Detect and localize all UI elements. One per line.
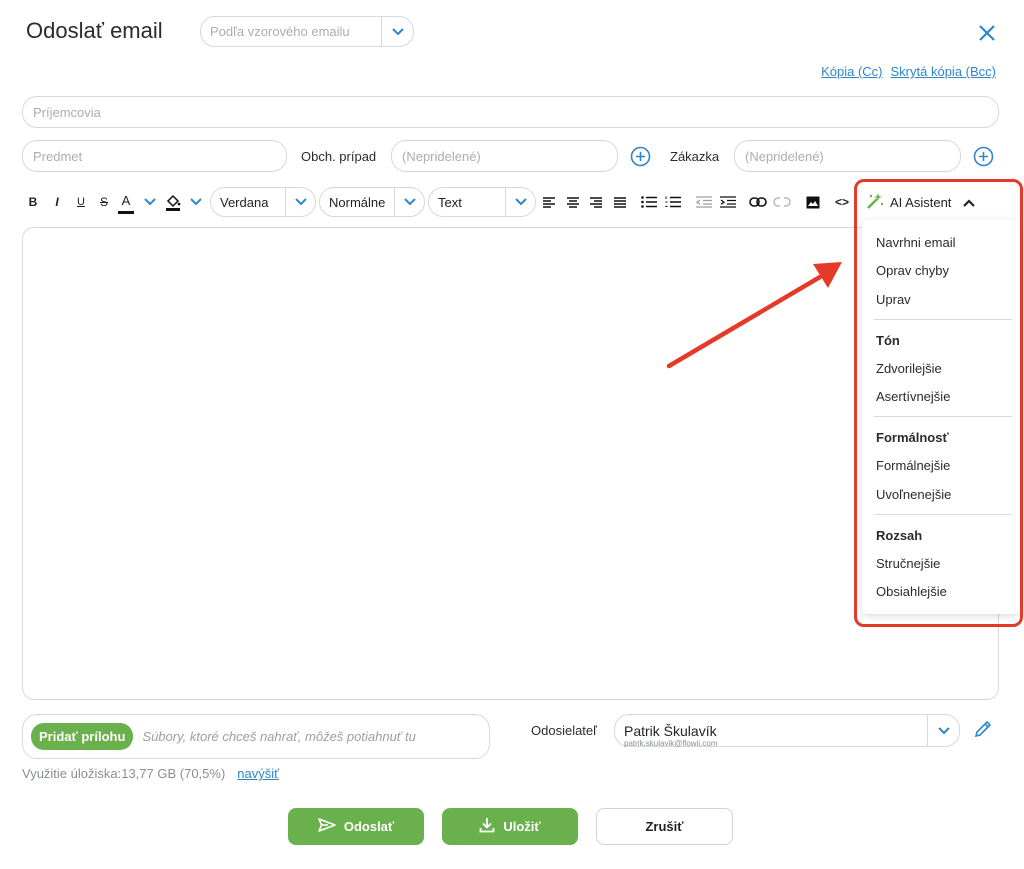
font-family-select[interactable]: Verdana — [210, 187, 316, 217]
source-code-icon[interactable]: <> — [832, 187, 852, 217]
sender-label: Odosielateľ — [531, 723, 597, 738]
ai-assistant-label: AI Asistent — [890, 195, 952, 210]
unlink-icon[interactable] — [772, 187, 792, 217]
cancel-button[interactable]: Zrušiť — [596, 808, 733, 845]
ai-menu-item-longer[interactable]: Obsiahlejšie — [876, 584, 947, 599]
ai-menu-item-suggest-email[interactable]: Navrhni email — [876, 235, 955, 250]
font-family-value: Verdana — [220, 194, 269, 210]
close-icon[interactable] — [976, 22, 998, 44]
chevron-down-icon[interactable] — [285, 188, 315, 216]
chevron-down-icon[interactable] — [381, 17, 413, 46]
align-right-icon[interactable] — [589, 187, 603, 217]
send-label: Odoslať — [343, 819, 395, 834]
sender-select[interactable]: Patrik Škulavík patrik.skulavik@flowii.c… — [614, 714, 960, 748]
ai-assistant-button[interactable]: AI Asistent — [866, 192, 976, 213]
ai-menu-item-more-formal[interactable]: Formálnejšie — [876, 458, 950, 473]
indent-icon[interactable] — [719, 187, 737, 217]
cc-link[interactable]: Kópia (Cc) — [821, 64, 882, 79]
ai-menu-item-fix-errors[interactable]: Oprav chyby — [876, 263, 949, 278]
bcc-link[interactable]: Skrytá kópia (Bcc) — [891, 64, 996, 79]
template-select[interactable]: Podľa vzorového emailu — [200, 16, 414, 47]
chevron-down-icon[interactable] — [394, 188, 424, 216]
ai-menu-divider — [874, 514, 1012, 515]
case-label: Obch. prípad — [301, 149, 377, 164]
download-icon — [479, 817, 495, 836]
sender-email: patrik.skulavik@flowii.com — [624, 739, 718, 748]
ai-menu-item-politer[interactable]: Zdvorilejšie — [876, 361, 942, 376]
editor-toolbar: B I U S A Verdana Normálne Text <> — [22, 187, 852, 217]
storage-usage-text: Využitie úložiska:13,77 GB (70,5%) — [22, 766, 226, 781]
ai-menu-heading-tone: Tón — [876, 333, 900, 348]
save-button[interactable]: Uložiť — [442, 808, 578, 845]
pencil-icon[interactable] — [973, 719, 993, 744]
text-format-value: Text — [438, 194, 462, 210]
send-icon — [318, 818, 336, 835]
ai-menu-item-more-relaxed[interactable]: Uvoľnenejšie — [876, 487, 951, 502]
add-attachment-button[interactable]: Pridať prílohu — [31, 723, 134, 750]
annotation-arrow — [666, 262, 842, 369]
send-button[interactable]: Odoslať — [288, 808, 424, 845]
font-color-button[interactable]: A — [118, 190, 134, 214]
ai-menu-heading-formality: Formálnosť — [876, 430, 949, 445]
text-format-select[interactable]: Text — [428, 187, 536, 217]
ai-menu-divider — [874, 319, 1012, 320]
link-icon[interactable] — [748, 187, 768, 217]
font-size-select[interactable]: Normálne — [319, 187, 425, 217]
chevron-up-icon — [963, 195, 976, 210]
italic-button[interactable]: I — [50, 187, 64, 217]
chevron-down-icon[interactable] — [505, 188, 535, 216]
ai-menu-item-shorter[interactable]: Stručnejšie — [876, 556, 940, 571]
order-label: Zákazka — [670, 149, 720, 164]
outdent-icon[interactable] — [695, 187, 713, 217]
case-input[interactable]: (Nepridelené) — [391, 140, 618, 172]
recipients-input[interactable]: Príjemcovia — [22, 96, 999, 128]
chevron-down-icon[interactable] — [927, 715, 959, 746]
ai-menu-item-assertive[interactable]: Asertívnejšie — [876, 389, 950, 404]
ai-assistant-menu: Navrhni email Oprav chyby Uprav Tón Zdvo… — [862, 220, 1020, 614]
bold-button[interactable]: B — [26, 187, 40, 217]
align-left-icon[interactable] — [542, 187, 556, 217]
increase-storage-link[interactable]: navýšiť — [237, 766, 279, 781]
attachment-hint: Súbory, ktoré chceš nahrať, môžeš potiah… — [142, 729, 416, 744]
template-select-placeholder: Podľa vzorového emailu — [210, 24, 350, 39]
order-input[interactable]: (Nepridelené) — [734, 140, 961, 172]
align-justify-icon[interactable] — [613, 187, 627, 217]
ai-menu-item-edit[interactable]: Uprav — [876, 292, 911, 307]
add-order-icon[interactable] — [973, 146, 994, 172]
ai-menu-heading-scope: Rozsah — [876, 528, 923, 543]
magic-wand-icon — [866, 192, 884, 213]
font-color-chevron-icon[interactable] — [142, 187, 158, 217]
strikethrough-button[interactable]: S — [97, 187, 111, 217]
fill-color-icon[interactable] — [164, 187, 182, 217]
bullet-list-icon[interactable] — [640, 187, 658, 217]
ai-menu-divider — [874, 416, 1012, 417]
subject-input[interactable]: Predmet — [22, 140, 287, 172]
font-size-value: Normálne — [329, 194, 386, 210]
fill-color-chevron-icon[interactable] — [188, 187, 204, 217]
numbered-list-icon[interactable] — [664, 187, 682, 217]
page-title: Odoslať email — [26, 18, 163, 43]
align-center-icon[interactable] — [566, 187, 580, 217]
sender-name: Patrik Škulavík — [624, 723, 717, 739]
add-case-icon[interactable] — [630, 146, 651, 172]
save-label: Uložiť — [503, 819, 541, 834]
cc-links: Kópia (Cc) Skrytá kópia (Bcc) — [821, 64, 996, 79]
attachment-dropzone[interactable]: Pridať prílohu Súbory, ktoré chceš nahra… — [22, 714, 490, 759]
storage-usage: Využitie úložiska:13,77 GB (70,5%) navýš… — [22, 766, 279, 781]
underline-button[interactable]: U — [74, 187, 88, 217]
image-icon[interactable] — [804, 187, 822, 217]
